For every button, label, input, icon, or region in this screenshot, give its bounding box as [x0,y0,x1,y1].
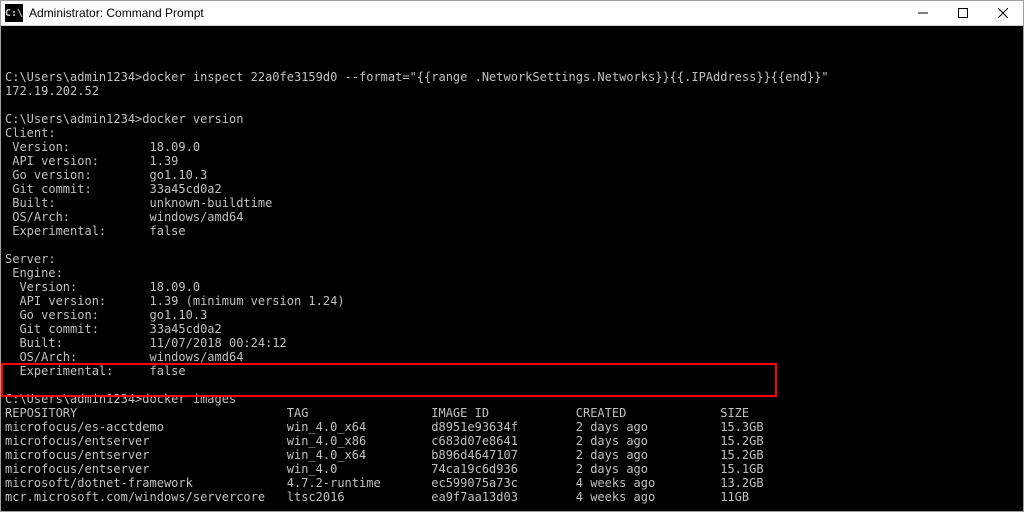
window-title: Administrator: Command Prompt [29,6,204,20]
terminal-text: C:\Users\admin1234>docker inspect 22a0fe… [5,70,1019,511]
cmd-icon: C:\ [5,4,23,22]
minimize-button[interactable] [903,1,943,25]
terminal-output[interactable]: C:\Users\admin1234>docker inspect 22a0fe… [1,26,1023,511]
maximize-icon [958,8,968,18]
maximize-button[interactable] [943,1,983,25]
title-bar[interactable]: C:\ Administrator: Command Prompt [1,1,1023,26]
minimize-icon [918,8,928,18]
app-window: C:\ Administrator: Command Prompt C:\Use… [0,0,1024,512]
close-button[interactable] [983,1,1023,25]
close-icon [998,8,1008,18]
